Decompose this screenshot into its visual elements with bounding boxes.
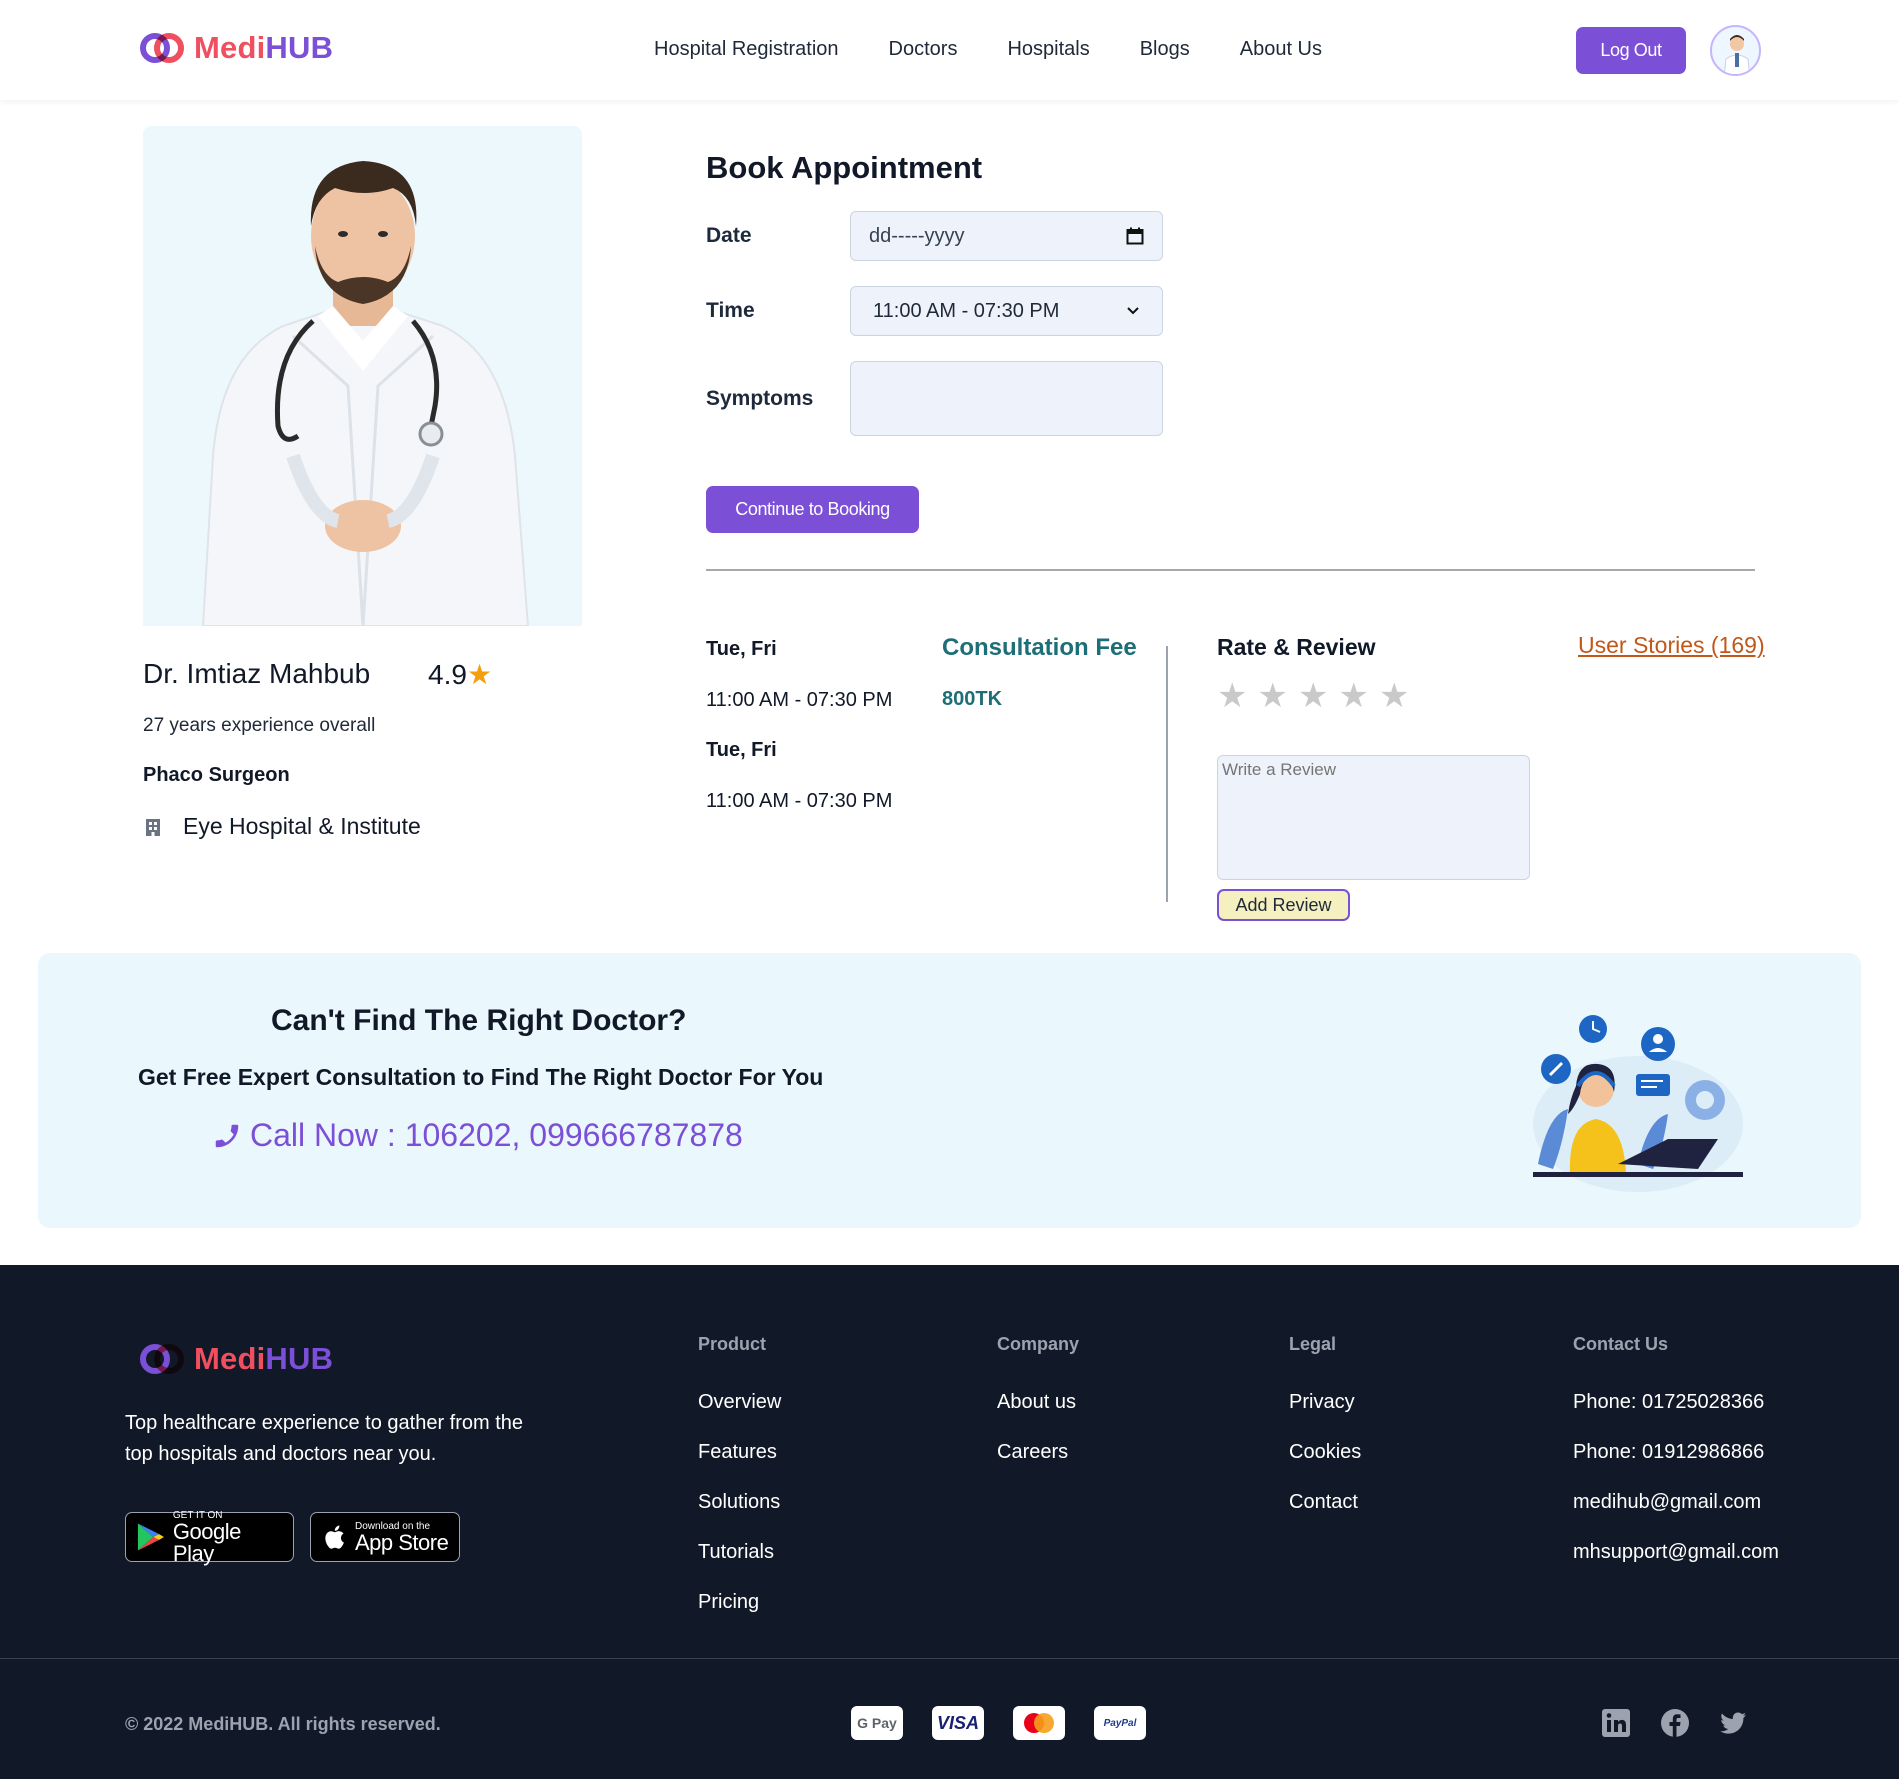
footer-link-features[interactable]: Features (698, 1441, 777, 1464)
nav-blogs[interactable]: Blogs (1140, 38, 1190, 61)
schedule-time-2: 11:00 AM - 07:30 PM (706, 790, 893, 812)
rate-review-title: Rate & Review (1217, 634, 1376, 660)
section-divider (706, 569, 1755, 571)
hospital-name: Eye Hospital & Institute (183, 813, 421, 839)
footer-link-tutorials[interactable]: Tutorials (698, 1541, 774, 1564)
gpay-icon: G Pay (851, 1706, 903, 1740)
user-stories-link[interactable]: User Stories (169) (1578, 632, 1765, 659)
google-play-icon (137, 1523, 164, 1551)
footer-link-solutions[interactable]: Solutions (698, 1491, 780, 1514)
chevron-down-icon (1127, 307, 1139, 315)
date-label: Date (706, 224, 752, 247)
doctor-name: Dr. Imtiaz Mahbub (143, 658, 371, 689)
app-store-big: App Store (355, 1529, 449, 1555)
nav-hospital-registration[interactable]: Hospital Registration (654, 38, 839, 61)
nav-hospitals[interactable]: Hospitals (1007, 38, 1089, 61)
date-input[interactable]: dd-----yyyy (850, 211, 1163, 261)
rating-value: 4.9 (428, 659, 467, 690)
footer-link-careers[interactable]: Careers (997, 1441, 1068, 1464)
footer-logo-text: MediHUB (194, 1341, 334, 1376)
logo-rings-icon (140, 33, 184, 63)
doctor-photo (143, 126, 582, 626)
main-nav: Hospital Registration Doctors Hospitals … (654, 38, 1322, 61)
google-play-big: Google Play (172, 1518, 241, 1566)
support-agent-illustration (1533, 1015, 1743, 1192)
apple-icon (325, 1525, 344, 1549)
schedule-days-1: Tue, Fri (706, 638, 777, 660)
time-selected-value: 11:00 AM - 07:30 PM (873, 299, 1060, 322)
linkedin-icon[interactable] (1601, 1708, 1631, 1738)
cta-subtitle: Get Free Expert Consultation to Find The… (138, 1064, 824, 1090)
logo-text: MediHUB (194, 30, 334, 65)
doctor-image (201, 161, 530, 626)
footer-separator (0, 1658, 1899, 1659)
cta-call-now[interactable]: Call Now : 106202, 099666787878 (212, 1117, 743, 1154)
vertical-divider (1166, 646, 1168, 902)
rating-stars: ★ ★ ★ ★ ★ (1217, 676, 1409, 716)
footer-link-cookies[interactable]: Cookies (1289, 1441, 1361, 1464)
calendar-icon[interactable] (1126, 227, 1144, 245)
cta-call-text: Call Now : 106202, 099666787878 (250, 1117, 743, 1153)
user-avatar[interactable] (1710, 25, 1761, 76)
footer-link-privacy[interactable]: Privacy (1289, 1391, 1355, 1414)
cta-title: Can't Find The Right Doctor? (271, 1004, 687, 1037)
footer-product-title: Product (698, 1334, 767, 1354)
twitter-icon[interactable] (1718, 1708, 1748, 1738)
symptoms-input[interactable] (850, 361, 1163, 436)
footer-description: Top healthcare experience to gather from… (125, 1412, 524, 1465)
header-logo[interactable]: MediHUB (140, 30, 333, 66)
google-play-badge[interactable]: GET IT ON Google Play (125, 1510, 294, 1566)
doctor-specialty: Phaco Surgeon (143, 764, 290, 786)
date-placeholder: dd-----yyyy (869, 224, 965, 247)
hospital-building-icon (146, 818, 160, 836)
doctor-experience: 27 years experience overall (143, 715, 376, 736)
rate-star-3-icon[interactable]: ★ (1298, 676, 1328, 716)
doctor-rating: 4.9★ (428, 658, 492, 691)
rate-star-1-icon[interactable]: ★ (1217, 676, 1247, 716)
schedule-time-1: 11:00 AM - 07:30 PM (706, 689, 893, 711)
footer-logo-rings-icon (140, 1344, 184, 1374)
footer-logo[interactable]: MediHUB (140, 1341, 333, 1377)
copyright-text: © 2022 MediHUB. All rights reserved. (125, 1714, 441, 1734)
doctor-hospital: Eye Hospital & Institute (143, 813, 421, 840)
footer-link-pricing[interactable]: Pricing (698, 1591, 759, 1614)
time-select[interactable]: 11:00 AM - 07:30 PM (850, 286, 1163, 336)
time-label: Time (706, 299, 755, 322)
rate-star-5-icon[interactable]: ★ (1379, 676, 1409, 716)
footer-company-title: Company (997, 1334, 1080, 1354)
book-appointment-title: Book Appointment (706, 150, 983, 185)
footer-legal-title: Legal (1289, 1334, 1337, 1354)
top-header: MediHUB Hospital Registration Doctors Ho… (0, 0, 1899, 100)
footer-link-about-us[interactable]: About us (997, 1391, 1076, 1414)
nav-doctors[interactable]: Doctors (889, 38, 958, 61)
continue-to-booking-button[interactable]: Continue to Booking (706, 486, 919, 533)
nav-about-us[interactable]: About Us (1240, 38, 1322, 61)
rating-star-icon: ★ (466, 659, 493, 690)
consultation-fee-label: Consultation Fee (942, 634, 1137, 661)
phone-icon (215, 1124, 239, 1147)
app-store-badge[interactable]: Download on the App Store (310, 1512, 460, 1562)
footer-contact-title: Contact Us (1573, 1334, 1669, 1354)
footer-phone-2[interactable]: Phone: 01912986866 (1573, 1441, 1764, 1464)
footer-phone-1[interactable]: Phone: 01725028366 (1573, 1391, 1764, 1414)
doctor-avatar-icon (1723, 35, 1751, 74)
footer-link-overview[interactable]: Overview (698, 1391, 781, 1414)
consultation-fee-value: 800TK (942, 688, 1003, 710)
review-textarea[interactable] (1217, 755, 1530, 880)
rate-star-2-icon[interactable]: ★ (1257, 676, 1287, 716)
add-review-button[interactable]: Add Review (1217, 889, 1350, 921)
symptoms-label: Symptoms (706, 387, 814, 410)
schedule-days-2: Tue, Fri (706, 739, 777, 761)
footer-email-2[interactable]: mhsupport@gmail.com (1573, 1541, 1779, 1564)
footer-link-contact[interactable]: Contact (1289, 1491, 1358, 1514)
visa-icon: VISA (932, 1706, 984, 1740)
facebook-icon[interactable] (1660, 1708, 1690, 1738)
logout-button[interactable]: Log Out (1576, 27, 1686, 74)
mastercard-icon (1013, 1706, 1065, 1740)
paypal-icon: PayPal (1094, 1706, 1146, 1740)
footer-email-1[interactable]: medihub@gmail.com (1573, 1491, 1761, 1514)
rate-star-4-icon[interactable]: ★ (1338, 676, 1368, 716)
